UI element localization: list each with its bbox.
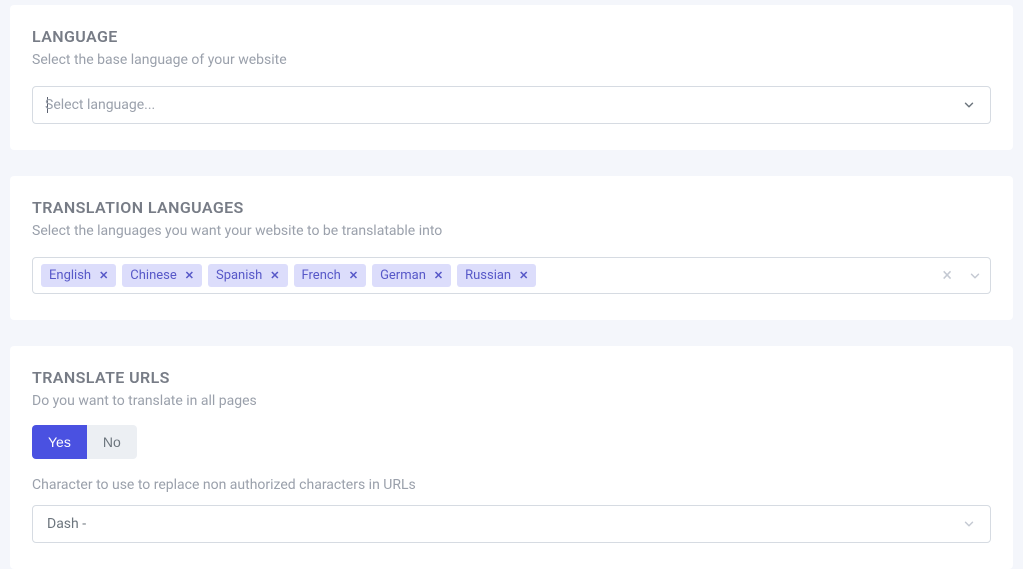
translation-languages-multiselect[interactable]: English✕Chinese✕Spanish✕French✕German✕Ru… xyxy=(32,257,991,294)
language-tag-label: Chinese xyxy=(130,268,176,283)
multiselect-controls: × xyxy=(942,267,982,285)
card-language: LANGUAGE Select the base language of you… xyxy=(10,5,1013,150)
card-description: Select the base language of your website xyxy=(32,52,991,68)
language-tag: Spanish ✕ xyxy=(208,264,288,287)
card-translation-languages: TRANSLATION LANGUAGES Select the languag… xyxy=(10,176,1013,320)
clear-all-icon[interactable]: × xyxy=(942,267,952,285)
remove-tag-icon[interactable]: ✕ xyxy=(434,269,443,282)
card-description: Do you want to translate in all pages xyxy=(32,393,991,409)
remove-tag-icon[interactable]: ✕ xyxy=(349,269,358,282)
replacement-char-select[interactable]: Dash - xyxy=(32,505,991,543)
replacement-char-label: Character to use to replace non authoriz… xyxy=(32,477,991,493)
tag-list: English✕Chinese✕Spanish✕French✕German✕Ru… xyxy=(41,264,536,287)
language-tag-label: French xyxy=(302,268,341,283)
translate-urls-toggle: Yes No xyxy=(32,425,137,459)
remove-tag-icon[interactable]: ✕ xyxy=(519,269,528,282)
language-tag-label: Russian xyxy=(465,268,511,283)
card-title: LANGUAGE xyxy=(32,27,991,46)
language-tag: German ✕ xyxy=(372,264,451,287)
language-tag: Russian ✕ xyxy=(457,264,536,287)
card-title: TRANSLATE URLS xyxy=(32,368,991,387)
chevron-down-icon xyxy=(962,517,976,531)
language-tag: Chinese ✕ xyxy=(122,264,202,287)
language-tag: English ✕ xyxy=(41,264,116,287)
remove-tag-icon[interactable]: ✕ xyxy=(185,269,194,282)
chevron-down-icon xyxy=(962,98,976,112)
chevron-down-icon[interactable] xyxy=(968,269,982,283)
language-tag: French ✕ xyxy=(294,264,367,287)
toggle-yes-button[interactable]: Yes xyxy=(32,425,87,459)
remove-tag-icon[interactable]: ✕ xyxy=(99,269,108,282)
language-select-placeholder: Select language... xyxy=(47,97,155,113)
language-tag-label: English xyxy=(49,268,91,283)
language-tag-label: German xyxy=(380,268,426,283)
card-translate-urls: TRANSLATE URLS Do you want to translate … xyxy=(10,346,1013,569)
replacement-char-value: Dash - xyxy=(47,516,86,532)
language-tag-label: Spanish xyxy=(216,268,262,283)
card-description: Select the languages you want your websi… xyxy=(32,223,991,239)
remove-tag-icon[interactable]: ✕ xyxy=(270,269,279,282)
card-title: TRANSLATION LANGUAGES xyxy=(32,198,991,217)
toggle-no-button[interactable]: No xyxy=(87,425,137,459)
language-select[interactable]: Select language... xyxy=(32,86,991,124)
